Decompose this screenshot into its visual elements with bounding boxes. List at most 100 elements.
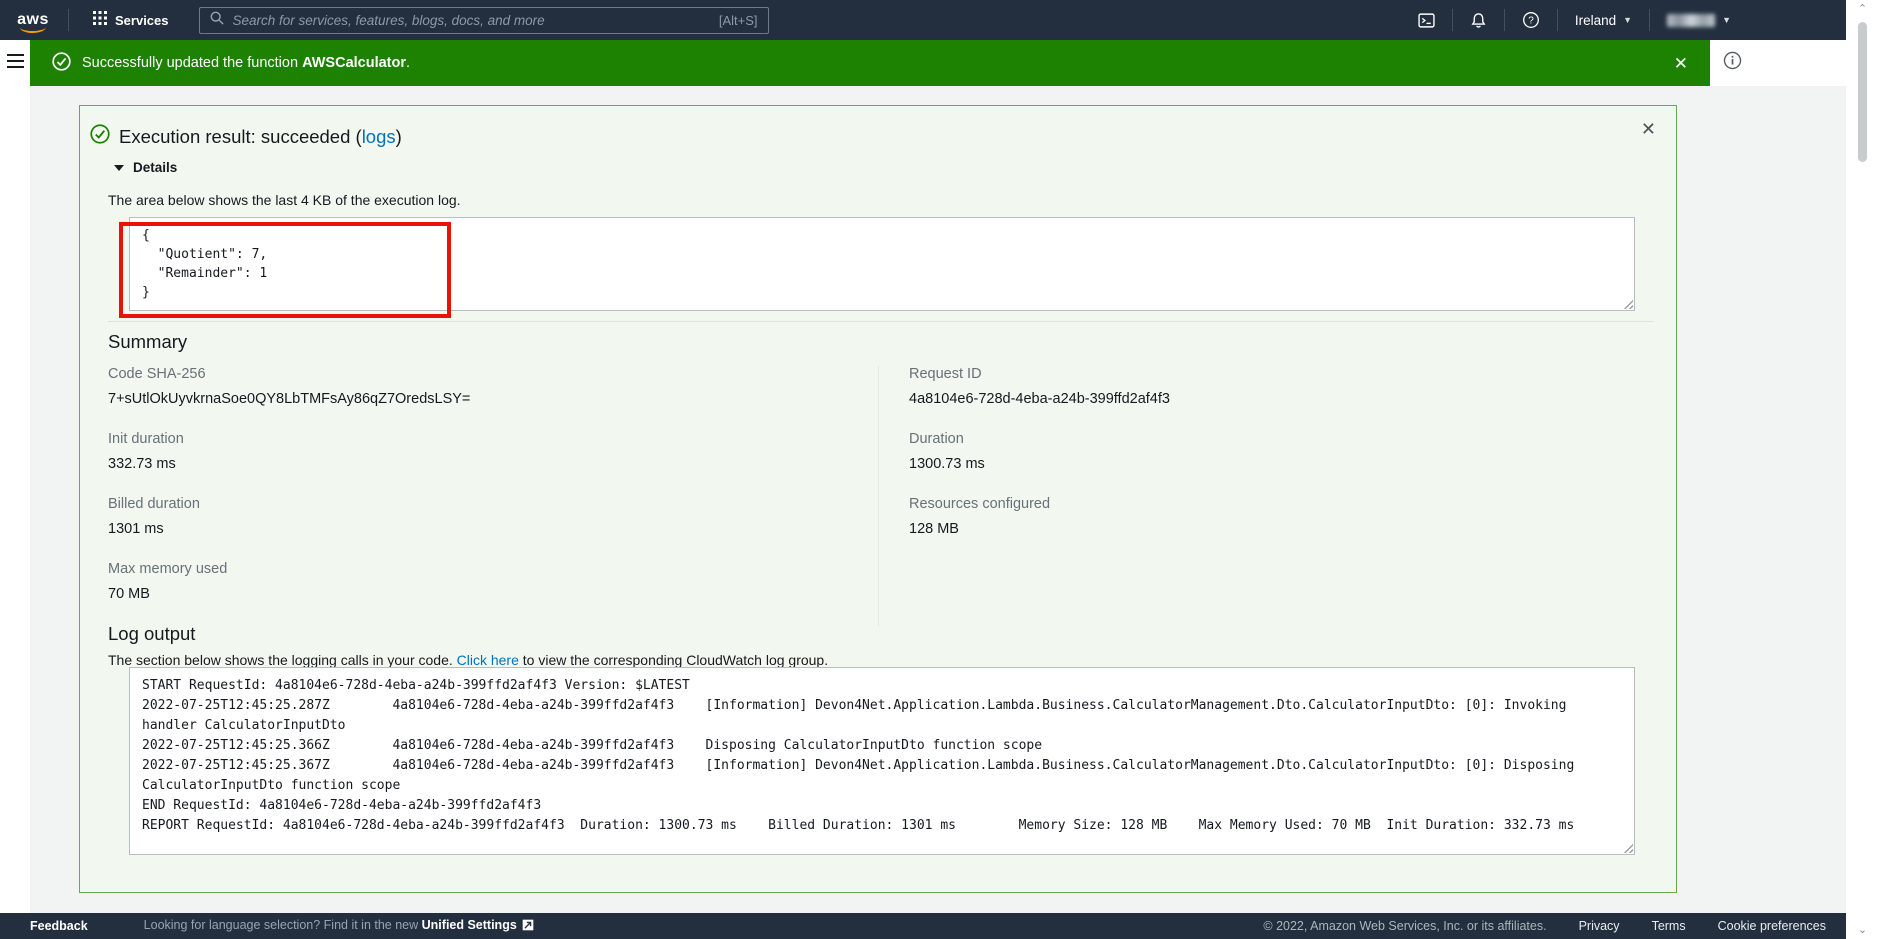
summary-field-duration: Duration 1300.73 ms	[909, 431, 1654, 473]
nav-divider	[1504, 9, 1505, 31]
collapsed-sidenav-strip	[0, 40, 30, 86]
section-divider	[108, 321, 1654, 322]
summary-field-resources-configured: Resources configured 128 MB	[909, 496, 1654, 538]
logs-link[interactable]: logs	[362, 126, 396, 147]
success-check-icon	[52, 52, 71, 75]
top-navigation-bar: aws Services Search for services, featur…	[0, 0, 1846, 40]
footer-legal-links: © 2022, Amazon Web Services, Inc. or its…	[1263, 919, 1826, 933]
log-output-heading: Log output	[108, 623, 195, 645]
search-icon	[210, 11, 224, 30]
chevron-down-icon: ▼	[1722, 15, 1731, 25]
success-flashbar: Successfully updated the function AWSCal…	[30, 40, 1710, 86]
field-value: 1300.73 ms	[909, 456, 1654, 473]
console-footer: Feedback Looking for language selection?…	[0, 913, 1846, 939]
notifications-bell-button[interactable]	[1455, 0, 1502, 40]
help-panel-gutter	[1710, 40, 1846, 86]
details-expander[interactable]: Details	[114, 160, 177, 175]
summary-field-max-memory-used: Max memory used 70 MB	[108, 561, 878, 603]
services-menu-button[interactable]: Services	[83, 0, 179, 40]
log-line: REPORT RequestId: 4a8104e6-728d-4eba-a24…	[142, 816, 1622, 836]
copyright-text: © 2022, Amazon Web Services, Inc. or its…	[1263, 919, 1546, 933]
triangle-down-icon	[114, 165, 124, 171]
summary-grid: Code SHA-256 7+sUtlOkUyvkrnaSoe0QY8LbTMF…	[108, 366, 1654, 626]
execution-result-panel: Execution result: succeeded (logs) ✕ Det…	[79, 105, 1677, 893]
vertical-scrollbar: ⌃ ⌄	[1846, 0, 1879, 939]
log-output-intro: The section below shows the logging call…	[108, 652, 828, 668]
nav-divider	[1557, 9, 1558, 31]
function-name: AWSCalculator	[302, 55, 406, 71]
field-value: 332.73 ms	[108, 456, 878, 473]
field-value: 1301 ms	[108, 521, 878, 538]
terms-link[interactable]: Terms	[1652, 919, 1686, 933]
nav-divider	[1452, 9, 1453, 31]
field-label: Max memory used	[108, 561, 878, 578]
succeeded-check-icon	[90, 124, 110, 149]
log-output-textarea[interactable]: START RequestId: 4a8104e6-728d-4eba-a24b…	[129, 667, 1635, 855]
field-value: 7+sUtlOkUyvkrnaSoe0QY8LbTMFsAy86qZ7Oreds…	[108, 391, 878, 408]
field-label: Init duration	[108, 431, 878, 448]
privacy-link[interactable]: Privacy	[1579, 919, 1620, 933]
execution-result-title: Execution result: succeeded (logs)	[119, 126, 402, 148]
aws-smile-icon	[20, 26, 46, 33]
flash-banner-row: Successfully updated the function AWSCal…	[0, 40, 1846, 86]
log-line: 2022-07-25T12:45:25.367Z 4a8104e6-728d-4…	[142, 756, 1622, 796]
nav-divider	[1649, 9, 1650, 31]
unified-settings-link[interactable]: Unified Settings	[422, 918, 517, 932]
help-button[interactable]: ?	[1507, 0, 1555, 40]
details-label: Details	[133, 160, 177, 175]
language-selection-note: Looking for language selection? Find it …	[144, 918, 534, 934]
summary-field-code-sha256: Code SHA-256 7+sUtlOkUyvkrnaSoe0QY8LbTMF…	[108, 366, 878, 408]
search-placeholder: Search for services, features, blogs, do…	[233, 13, 719, 28]
services-grid-icon	[93, 11, 107, 30]
search-keyboard-shortcut: [Alt+S]	[719, 13, 758, 28]
external-link-icon	[522, 920, 534, 934]
svg-text:?: ?	[1528, 16, 1534, 27]
scrollbar-down-arrow-icon[interactable]: ⌄	[1846, 923, 1879, 936]
execution-log-intro: The area below shows the last 4 KB of th…	[108, 192, 461, 208]
main-content: Execution result: succeeded (logs) ✕ Det…	[30, 86, 1846, 913]
summary-heading: Summary	[108, 331, 187, 353]
execution-log-json: { "Quotient": 7, "Remainder": 1 }	[142, 228, 267, 300]
log-line: 2022-07-25T12:45:25.366Z 4a8104e6-728d-4…	[142, 736, 1622, 756]
feedback-button[interactable]: Feedback	[30, 919, 88, 933]
summary-field-init-duration: Init duration 332.73 ms	[108, 431, 878, 473]
execution-log-textarea[interactable]: { "Quotient": 7, "Remainder": 1 }	[129, 217, 1635, 311]
summary-left-column: Code SHA-256 7+sUtlOkUyvkrnaSoe0QY8LbTMF…	[108, 366, 878, 626]
info-icon[interactable]	[1723, 51, 1742, 75]
region-selector[interactable]: Ireland ▼	[1560, 0, 1647, 40]
aws-logo[interactable]: aws	[16, 11, 50, 29]
field-label: Duration	[909, 431, 1654, 448]
global-search-input[interactable]: Search for services, features, blogs, do…	[199, 7, 769, 34]
nav-right-cluster: ? Ireland ▼ ▼	[1403, 0, 1746, 40]
cloudwatch-link[interactable]: Click here	[457, 652, 519, 668]
flashbar-close-icon[interactable]: ✕	[1674, 55, 1688, 72]
summary-right-column: Request ID 4a8104e6-728d-4eba-a24b-399ff…	[878, 366, 1654, 626]
nav-divider	[68, 9, 69, 31]
log-line: START RequestId: 4a8104e6-728d-4eba-a24b…	[142, 676, 1622, 696]
services-label: Services	[115, 13, 169, 28]
flashbar-message: Successfully updated the function AWSCal…	[82, 55, 410, 71]
hamburger-menu-icon[interactable]	[7, 54, 24, 86]
field-label: Resources configured	[909, 496, 1654, 513]
cookie-preferences-link[interactable]: Cookie preferences	[1718, 919, 1826, 933]
execution-result-header: Execution result: succeeded (logs)	[90, 124, 402, 149]
account-name-redacted	[1667, 14, 1715, 27]
scrollbar-thumb[interactable]	[1858, 22, 1867, 162]
panel-close-icon[interactable]: ✕	[1641, 120, 1656, 138]
account-menu[interactable]: ▼	[1652, 0, 1746, 40]
cloudshell-button[interactable]	[1403, 0, 1450, 40]
log-line: END RequestId: 4a8104e6-728d-4eba-a24b-3…	[142, 796, 1622, 816]
log-line: 2022-07-25T12:45:25.287Z 4a8104e6-728d-4…	[142, 696, 1622, 736]
field-label: Billed duration	[108, 496, 878, 513]
resize-handle-icon[interactable]	[1622, 298, 1633, 309]
region-label: Ireland	[1575, 13, 1616, 28]
field-value: 4a8104e6-728d-4eba-a24b-399ffd2af4f3	[909, 391, 1654, 408]
chevron-down-icon: ▼	[1623, 15, 1632, 25]
field-label: Request ID	[909, 366, 1654, 383]
scrollbar-up-arrow-icon[interactable]: ⌃	[1846, 2, 1879, 15]
field-value: 70 MB	[108, 586, 878, 603]
summary-field-request-id: Request ID 4a8104e6-728d-4eba-a24b-399ff…	[909, 366, 1654, 408]
resize-handle-icon[interactable]	[1622, 842, 1633, 853]
field-value: 128 MB	[909, 521, 1654, 538]
field-label: Code SHA-256	[108, 366, 878, 383]
